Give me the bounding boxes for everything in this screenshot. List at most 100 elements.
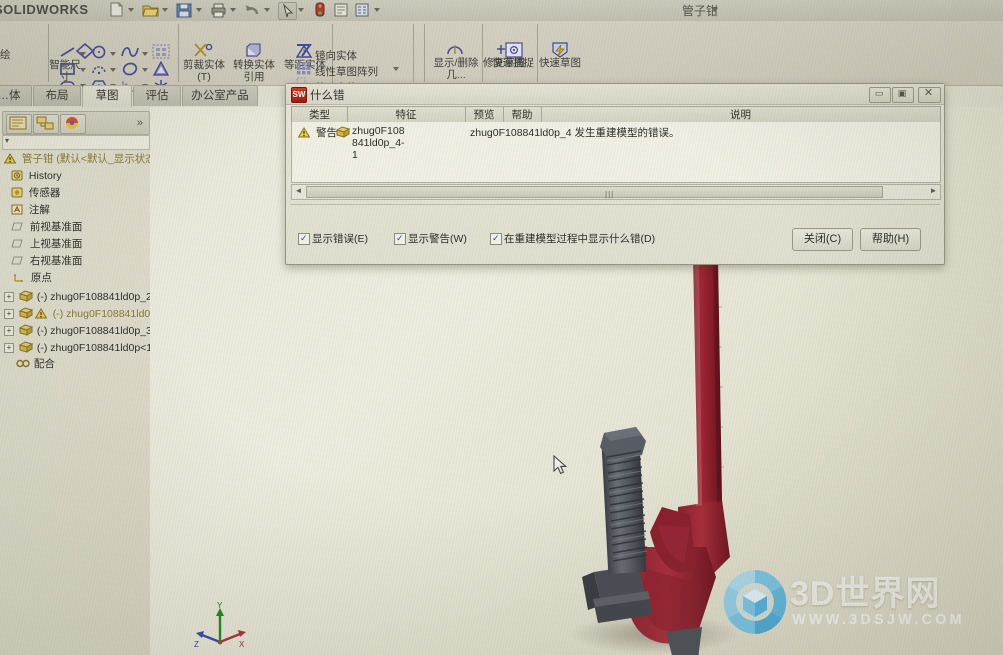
show-errors-label[interactable]: 显示错误(E) [312, 231, 368, 246]
tab-assembly[interactable]: …体 [0, 85, 32, 106]
quick-snaps-label[interactable]: 快速捕捉 [490, 57, 536, 69]
line-chevron-icon[interactable] [80, 52, 86, 56]
tree-item-label: 上视基准面 [29, 238, 83, 250]
tree-item-label: (-) zhug0F108841ld0p<1> [36, 342, 159, 354]
part-icon [18, 324, 34, 336]
polygon-fill-icon[interactable] [152, 60, 170, 81]
open-document-chevron-icon[interactable] [162, 8, 168, 12]
tree-item-top-plane[interactable]: 上视基准面 [11, 236, 82, 251]
options-chevron-icon[interactable] [374, 8, 380, 12]
rectangle-icon[interactable] [58, 62, 78, 81]
svg-text:X: X [239, 640, 245, 649]
mouse-cursor [553, 454, 569, 482]
plane-icon [11, 238, 23, 250]
tree-item-label: 原点 [30, 272, 52, 284]
tree-item-label: (-) zhug0F108841ld0p_2<1 [36, 291, 164, 303]
show-during-rebuild-checkbox[interactable]: ✓ [490, 233, 502, 245]
tab-sketch[interactable]: 草图 [82, 85, 132, 107]
tree-item-label: 前视基准面 [29, 221, 83, 233]
linear-sketch-pattern-label[interactable]: 线性草图阵列 [315, 64, 378, 79]
column-header-help[interactable]: 帮助 [503, 107, 542, 123]
rapid-sketch-label[interactable]: 快速草图 [537, 57, 583, 69]
convert-entities-label[interactable]: 转换实体引用 [230, 59, 278, 83]
show-warnings-checkbox[interactable]: ✓ [394, 233, 406, 245]
trim-entities-label[interactable]: 剪裁实体(T) [182, 59, 226, 83]
tree-item-label: (-) zhug0F108841ld0p_3<1 [36, 325, 164, 337]
tree-expand-toggle[interactable]: + [4, 309, 14, 319]
arc-icon[interactable] [90, 62, 108, 81]
dialog-title-bar[interactable]: SW 什么错 ▭ ▣ ✕ [286, 84, 944, 105]
watermark-logo-icon [718, 565, 792, 644]
close-dialog-button[interactable]: 关闭(C) [792, 228, 853, 251]
column-header-type[interactable]: 类型 [292, 107, 348, 123]
tab-evaluate[interactable]: 评估 [133, 85, 181, 106]
print-document-chevron-icon[interactable] [230, 8, 236, 12]
rebuild-icon[interactable] [312, 2, 329, 18]
row-feature-label: zhug0F108841ld0p_4-1 [352, 125, 405, 161]
maximize-glyph-icon: ▣ [897, 88, 907, 98]
tree-item-right-plane[interactable]: 右视基准面 [11, 253, 82, 268]
tab-layout[interactable]: 布局 [33, 85, 81, 106]
mirror-entities-label[interactable]: 镜向实体 [315, 48, 357, 63]
feature-manager-tab[interactable] [6, 114, 32, 134]
help-button[interactable]: 帮助(H) [860, 228, 921, 251]
save-document-icon[interactable] [176, 2, 193, 18]
column-header-feature[interactable]: 特征 [347, 107, 466, 123]
new-document-chevron-icon[interactable] [128, 8, 134, 12]
print-document-icon[interactable] [210, 2, 227, 18]
tree-item-front-plane[interactable]: 前视基准面 [11, 219, 82, 234]
ribbon-sketch-label[interactable]: 绘 [0, 47, 11, 62]
tree-expand-toggle[interactable]: + [4, 326, 14, 336]
document-title-chevron-icon[interactable] [712, 8, 718, 12]
show-warnings-label[interactable]: 显示警告(W) [408, 231, 467, 246]
circle-chevron-icon[interactable] [110, 52, 116, 56]
tree-item-part-2[interactable]: + (-) zhug0F108841ld0p_2<1 [4, 288, 164, 303]
configuration-manager-tab[interactable] [60, 114, 86, 134]
rectangle-chevron-icon[interactable] [80, 68, 86, 72]
select-icon[interactable] [278, 2, 297, 20]
new-document-icon[interactable] [108, 2, 125, 18]
history-icon [11, 170, 23, 182]
tree-item-mates[interactable]: 配合 [16, 356, 55, 371]
tree-item-part-4[interactable]: + (-) zhug0F108841ld0p_4 [4, 305, 168, 320]
show-during-rebuild-label[interactable]: 在重建模型过程中显示什么错(D) [504, 231, 655, 246]
undo-chevron-icon[interactable] [264, 8, 270, 12]
scroll-right-arrow-icon[interactable]: ► [927, 185, 940, 197]
tree-filter-input[interactable]: ▾ [2, 135, 150, 150]
scroll-left-arrow-icon[interactable]: ◄ [292, 185, 305, 197]
table-row[interactable]: 警告 zhug0F108841ld0p_4-1 zhug0F108841ld0p… [292, 122, 938, 168]
spline-chevron-icon[interactable] [142, 52, 148, 56]
options-icon[interactable] [333, 2, 350, 18]
sensors-icon [11, 187, 23, 199]
tree-item-annotations[interactable]: 注解 [11, 202, 50, 217]
tab-office-products[interactable]: 办公室产品 [182, 85, 258, 106]
file-properties-icon[interactable] [354, 2, 371, 18]
checkmark-icon: ✓ [492, 233, 500, 243]
tree-item-origin[interactable]: 原点 [13, 270, 52, 285]
panel-expander[interactable]: » [137, 117, 143, 129]
select-chevron-icon[interactable] [298, 8, 304, 12]
ellipse-chevron-icon[interactable] [142, 68, 148, 72]
scrollbar-thumb[interactable]: ||| [306, 186, 883, 199]
tree-expand-toggle[interactable]: + [4, 292, 14, 302]
tree-item-history[interactable]: History [11, 168, 62, 183]
save-document-chevron-icon[interactable] [196, 8, 202, 12]
tree-item-root[interactable]: 管子钳 (默认<默认_显示状态 [3, 151, 156, 166]
tree-item-part-3[interactable]: + (-) zhug0F108841ld0p_3<1 [4, 322, 164, 337]
tree-item-part-1[interactable]: + (-) zhug0F108841ld0p<1> [4, 339, 158, 354]
column-header-preview[interactable]: 预览 [465, 107, 504, 123]
undo-icon[interactable] [244, 2, 261, 18]
svg-text:Y: Y [217, 601, 223, 610]
show-errors-checkbox[interactable]: ✓ [298, 233, 310, 245]
arc-chevron-icon[interactable] [110, 68, 116, 72]
error-table-hscrollbar[interactable]: ◄ ||| ► [291, 184, 941, 200]
open-document-icon[interactable] [142, 2, 159, 18]
display-delete-relations-label[interactable]: 显示/删除几... [430, 57, 482, 81]
column-header-description[interactable]: 说明 [541, 107, 940, 123]
property-manager-tab[interactable] [33, 114, 59, 134]
tree-expand-toggle[interactable]: + [4, 343, 14, 353]
error-table-body[interactable]: 警告 zhug0F108841ld0p_4-1 zhug0F108841ld0p… [291, 122, 941, 183]
linear-sketch-pattern-chevron-icon[interactable] [393, 67, 399, 71]
tree-item-sensors[interactable]: 传感器 [11, 185, 60, 200]
feature-tree: 管子钳 (默认<默认_显示状态 History 传感器 注解 前视基准面 上视基… [0, 151, 168, 451]
